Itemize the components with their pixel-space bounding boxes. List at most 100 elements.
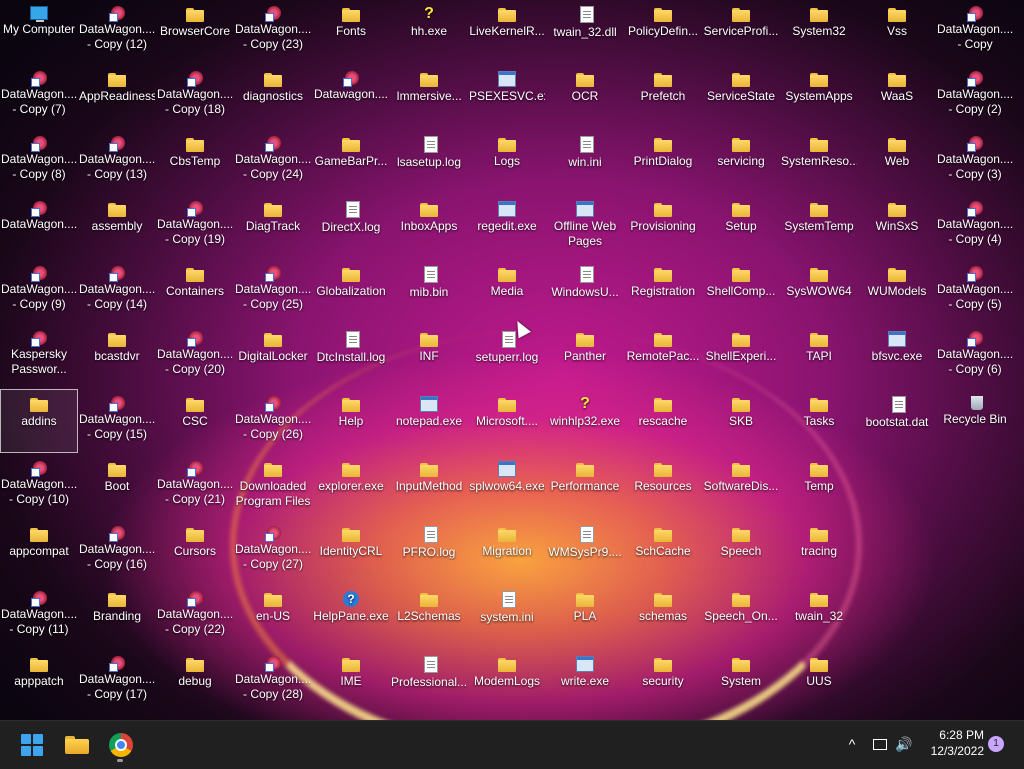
notification-badge[interactable]: 1: [988, 736, 1004, 752]
desktop-icon[interactable]: DataWagon.... - Copy (23): [235, 0, 311, 62]
desktop-icon[interactable]: System: [703, 650, 779, 712]
desktop-icon[interactable]: SchCache: [625, 520, 701, 582]
desktop-icon[interactable]: addins: [0, 389, 78, 453]
desktop-icon[interactable]: DigitalLocker: [235, 325, 311, 387]
show-hidden-icons-chevron-icon[interactable]: ^: [842, 726, 862, 762]
desktop-icon[interactable]: DataWagon.... - Copy (10): [1, 455, 77, 517]
desktop-icon[interactable]: InputMethod: [391, 455, 467, 517]
desktop-icon[interactable]: PrintDialog: [625, 130, 701, 192]
desktop-icon[interactable]: Recycle Bin: [937, 390, 1013, 452]
desktop-icon[interactable]: Professional...: [391, 650, 467, 712]
desktop-icon[interactable]: DataWagon.... - Copy (26): [235, 390, 311, 452]
desktop-icon[interactable]: INF: [391, 325, 467, 387]
desktop-icon[interactable]: DataWagon.... - Copy (5): [937, 260, 1013, 322]
desktop-icon[interactable]: CbsTemp: [157, 130, 233, 192]
desktop-icon[interactable]: Boot: [79, 455, 155, 517]
desktop-icon[interactable]: My Computer: [1, 0, 77, 62]
desktop-icon[interactable]: DataWagon.... - Copy (15): [79, 390, 155, 452]
desktop-icon[interactable]: DataWagon.... - Copy (22): [157, 585, 233, 647]
desktop-icon[interactable]: Speech_On...: [703, 585, 779, 647]
desktop-icon[interactable]: DataWagon.... - Copy (9): [1, 260, 77, 322]
desktop-icon[interactable]: Help: [313, 390, 389, 452]
desktop-icon[interactable]: DiagTrack: [235, 195, 311, 257]
desktop-icon[interactable]: Containers: [157, 260, 233, 322]
desktop-icon[interactable]: Kaspersky Passwor...: [1, 325, 77, 387]
desktop-icon[interactable]: rescache: [625, 390, 701, 452]
desktop-icon[interactable]: DtcInstall.log: [313, 325, 389, 387]
desktop-icon[interactable]: regedit.exe: [469, 195, 545, 257]
desktop-icon[interactable]: Panther: [547, 325, 623, 387]
desktop-icon[interactable]: Tasks: [781, 390, 857, 452]
desktop-icon[interactable]: Setup: [703, 195, 779, 257]
desktop-icon[interactable]: System32: [781, 0, 857, 62]
desktop-icon[interactable]: ? winhlp32.exe: [547, 390, 623, 452]
desktop-icon[interactable]: PolicyDefin...: [625, 0, 701, 62]
desktop-icon[interactable]: Temp: [781, 455, 857, 517]
desktop-icon[interactable]: DirectX.log: [313, 195, 389, 257]
desktop-icon[interactable]: DataWagon.... - Copy (24): [235, 130, 311, 192]
desktop-icon[interactable]: DataWagon.... - Copy (19): [157, 195, 233, 257]
desktop-icon[interactable]: debug: [157, 650, 233, 712]
desktop-icon[interactable]: DataWagon.... - Copy (4): [937, 195, 1013, 257]
desktop-icon[interactable]: L2Schemas: [391, 585, 467, 647]
desktop-icon[interactable]: security: [625, 650, 701, 712]
desktop-icon[interactable]: Logs: [469, 130, 545, 192]
desktop-icon[interactable]: system.ini: [469, 585, 545, 647]
desktop-icon[interactable]: Fonts: [313, 0, 389, 62]
desktop-icon[interactable]: DataWagon.... - Copy (28): [235, 650, 311, 712]
desktop-icon[interactable]: DataWagon.... - Copy (16): [79, 520, 155, 582]
desktop-icon[interactable]: DataWagon.... - Copy (27): [235, 520, 311, 582]
desktop-icon[interactable]: SKB: [703, 390, 779, 452]
desktop-icon[interactable]: RemotePac...: [625, 325, 701, 387]
desktop-icon[interactable]: lsasetup.log: [391, 130, 467, 192]
desktop-icon[interactable]: DataWagon....: [1, 195, 77, 257]
desktop-icon[interactable]: Microsoft....: [469, 390, 545, 452]
desktop-icon[interactable]: twain_32.dll: [547, 0, 623, 62]
desktop-icon[interactable]: DataWagon.... - Copy (2): [937, 65, 1013, 127]
desktop-icon[interactable]: ShellExperi...: [703, 325, 779, 387]
desktop-icon[interactable]: DataWagon.... - Copy (13): [79, 130, 155, 192]
desktop-icon[interactable]: PSEXESVC.exe: [469, 65, 545, 127]
desktop-icon[interactable]: SysWOW64: [781, 260, 857, 322]
desktop-icon[interactable]: WaaS: [859, 65, 935, 127]
desktop-icon[interactable]: Provisioning: [625, 195, 701, 257]
desktop-icon[interactable]: DataWagon.... - Copy (20): [157, 325, 233, 387]
desktop-icon[interactable]: setuperr.log: [469, 325, 545, 387]
taskbar-clock[interactable]: 6:28 PM 12/3/2022: [920, 727, 984, 759]
chrome-taskbar-button[interactable]: [103, 727, 139, 763]
desktop-icon[interactable]: SystemReso...: [781, 130, 857, 192]
desktop-icon[interactable]: mib.bin: [391, 260, 467, 322]
desktop-icon[interactable]: assembly: [79, 195, 155, 257]
desktop-icon[interactable]: InboxApps: [391, 195, 467, 257]
desktop-icon[interactable]: Globalization: [313, 260, 389, 322]
desktop-icon[interactable]: SoftwareDis...: [703, 455, 779, 517]
desktop-icon[interactable]: DataWagon.... - Copy (18): [157, 65, 233, 127]
desktop-icon[interactable]: CSC: [157, 390, 233, 452]
desktop-icon[interactable]: DataWagon.... - Copy (7): [1, 65, 77, 127]
desktop-icon[interactable]: WUModels: [859, 260, 935, 322]
desktop-icon[interactable]: LiveKernelR...: [469, 0, 545, 62]
file-explorer-taskbar-button[interactable]: [59, 727, 95, 763]
desktop-icon[interactable]: Prefetch: [625, 65, 701, 127]
desktop-icon[interactable]: DataWagon.... - Copy (6): [937, 325, 1013, 387]
desktop-icon[interactable]: Migration: [469, 520, 545, 582]
desktop-icon[interactable]: notepad.exe: [391, 390, 467, 452]
desktop-icon[interactable]: Performance: [547, 455, 623, 517]
desktop-icon[interactable]: ShellComp...: [703, 260, 779, 322]
desktop-icon[interactable]: Immersive...: [391, 65, 467, 127]
desktop-icon[interactable]: Branding: [79, 585, 155, 647]
desktop-icon[interactable]: tracing: [781, 520, 857, 582]
desktop-icon[interactable]: win.ini: [547, 130, 623, 192]
desktop-icon[interactable]: Offline Web Pages: [547, 195, 623, 257]
desktop-icon[interactable]: Web: [859, 130, 935, 192]
desktop-icon[interactable]: UUS: [781, 650, 857, 712]
desktop-icon[interactable]: IdentityCRL: [313, 520, 389, 582]
desktop-icon[interactable]: DataWagon.... - Copy (8): [1, 130, 77, 192]
desktop-icon[interactable]: ? hh.exe: [391, 0, 467, 62]
desktop-icon[interactable]: ServiceState: [703, 65, 779, 127]
desktop-icon[interactable]: appcompat: [1, 520, 77, 582]
desktop-icon[interactable]: DataWagon.... - Copy (14): [79, 260, 155, 322]
volume-icon[interactable]: 🔊: [893, 726, 915, 762]
desktop-icon[interactable]: TAPI: [781, 325, 857, 387]
start-button[interactable]: [14, 727, 50, 763]
